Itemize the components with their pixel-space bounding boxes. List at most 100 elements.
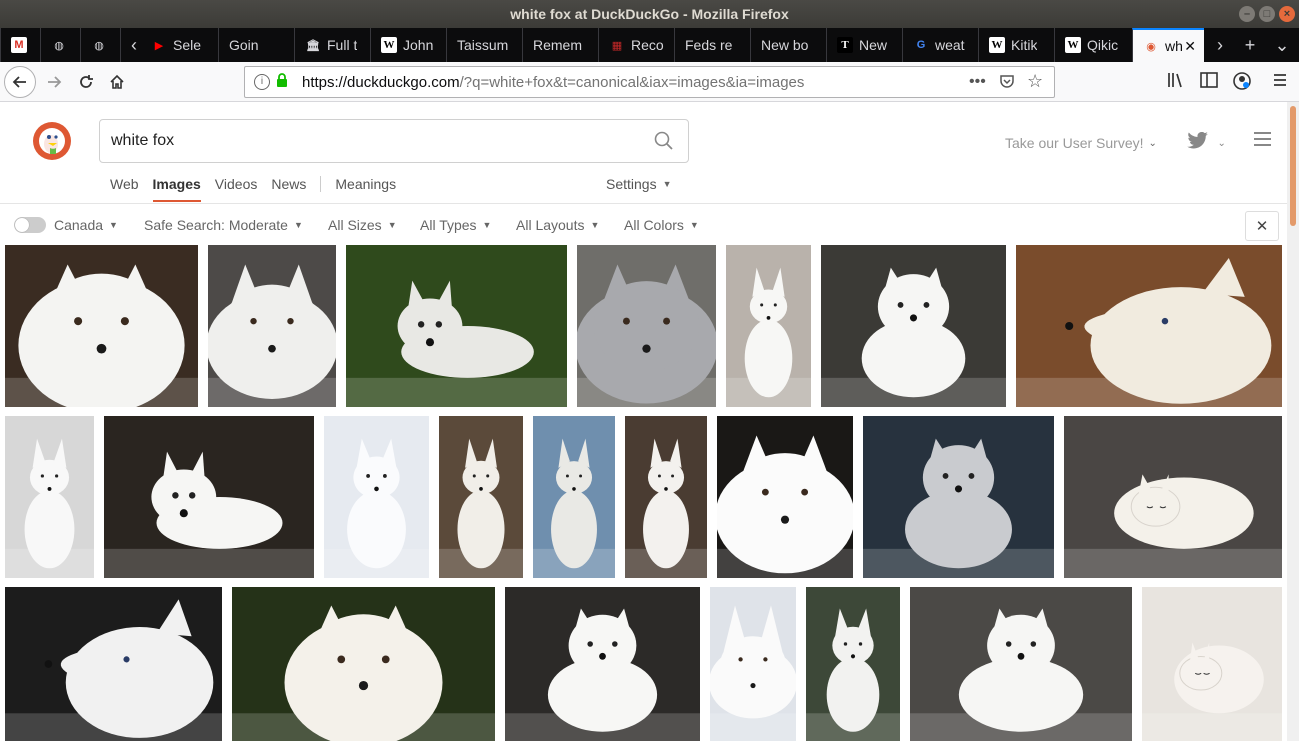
user-survey-link[interactable]: Take our User Survey! ⌄	[1005, 135, 1157, 151]
list-all-tabs-button[interactable]: ⌄	[1268, 28, 1296, 62]
page-actions-icon[interactable]: •••	[969, 73, 986, 91]
image-result[interactable]	[910, 587, 1132, 741]
page-scrollbar[interactable]	[1287, 102, 1299, 741]
sidebar-icon[interactable]	[1200, 72, 1218, 93]
browser-tab[interactable]: Taissum	[446, 28, 522, 62]
image-result[interactable]	[577, 245, 716, 407]
image-result[interactable]	[726, 245, 811, 407]
browser-tab[interactable]: T New	[826, 28, 902, 62]
browser-tab[interactable]: ◍	[80, 28, 120, 62]
tab-images[interactable]: Images	[152, 176, 202, 202]
image-result[interactable]	[1016, 245, 1282, 407]
image-result[interactable]	[806, 587, 900, 741]
browser-tab[interactable]: ▦ Reco	[598, 28, 674, 62]
fox-photo-thumbnail	[208, 264, 336, 407]
safe-search-filter[interactable]: Safe Search: Moderate ▼	[144, 217, 303, 233]
close-tab-icon[interactable]: ✕	[1184, 38, 1196, 55]
menu-icon[interactable]	[1272, 72, 1288, 93]
side-menu-button[interactable]	[1254, 132, 1271, 150]
region-toggle[interactable]	[14, 217, 46, 233]
browser-tab[interactable]: Remem	[522, 28, 598, 62]
image-result[interactable]	[324, 416, 429, 578]
new-tab-button[interactable]: +	[1236, 28, 1264, 62]
image-result[interactable]	[710, 587, 796, 741]
arrow-right-icon	[48, 76, 62, 88]
search-verticals: Web Images Videos News Meanings	[110, 176, 410, 202]
close-window-button[interactable]: ×	[1279, 6, 1295, 22]
image-result[interactable]	[104, 416, 314, 578]
image-result[interactable]	[625, 416, 707, 578]
tab-label: John	[403, 37, 434, 53]
browser-tab[interactable]: M	[0, 28, 40, 62]
browser-tab[interactable]: W John	[370, 28, 446, 62]
browser-tab[interactable]: Feds re	[674, 28, 750, 62]
tab-scroll-left-icon[interactable]: ‹	[131, 35, 137, 56]
browser-tab[interactable]: ◍	[40, 28, 80, 62]
browser-tab[interactable]: Goin	[218, 28, 294, 62]
image-result[interactable]	[505, 587, 700, 741]
type-filter[interactable]: All Types ▼	[420, 217, 491, 233]
forward-button[interactable]	[38, 66, 70, 98]
url-bar[interactable]: i https://duckduckgo.com/?q=white+fox&t=…	[244, 66, 1055, 98]
scrollbar-thumb[interactable]	[1290, 106, 1296, 226]
tab-label: Taissum	[457, 37, 509, 53]
image-result[interactable]	[533, 416, 615, 578]
size-filter[interactable]: All Sizes ▼	[328, 217, 397, 233]
back-button[interactable]	[4, 66, 36, 98]
image-result[interactable]	[863, 416, 1054, 578]
image-result[interactable]	[5, 416, 94, 578]
search-icon[interactable]	[654, 131, 674, 156]
image-result[interactable]	[1064, 416, 1282, 578]
home-button[interactable]	[101, 66, 133, 98]
minimize-button[interactable]: –	[1239, 6, 1255, 22]
caret-down-icon: ▼	[293, 220, 303, 230]
layout-filter[interactable]: All Layouts ▼	[516, 217, 599, 233]
caret-down-icon: ▼	[590, 220, 600, 230]
image-result[interactable]	[5, 587, 222, 741]
browser-tab[interactable]: New bo	[750, 28, 826, 62]
image-result[interactable]	[439, 416, 523, 578]
reload-button[interactable]	[70, 66, 102, 98]
search-input[interactable]: white fox	[99, 119, 689, 163]
browser-tab[interactable]: Gweat	[902, 28, 978, 62]
browser-tab[interactable]: 🏛 Full t	[294, 28, 370, 62]
browser-tab[interactable]: ◉ wh ✕	[1132, 28, 1204, 62]
library-icon[interactable]	[1167, 72, 1185, 93]
caret-down-icon: ▼	[689, 220, 699, 230]
fox-photo-thumbnail	[104, 451, 314, 578]
tab-meanings[interactable]: Meanings	[335, 176, 396, 192]
tab-strip: › + ⌄ M ◍ ◍ ‹ ▶ Sele Goin 🏛 Full t W John Taissum Re…	[0, 28, 1299, 62]
maximize-button[interactable]: □	[1259, 6, 1275, 22]
image-result[interactable]	[208, 245, 336, 407]
duckduckgo-logo[interactable]	[33, 122, 71, 160]
browser-tab[interactable]: ‹ ▶ Sele	[120, 28, 218, 62]
info-icon[interactable]: i	[254, 74, 270, 90]
color-filter[interactable]: All Colors ▼	[624, 217, 699, 233]
fox-photo-thumbnail	[863, 438, 1054, 578]
news-icon: ▦	[611, 39, 623, 52]
image-result[interactable]	[821, 245, 1006, 407]
close-filters-button[interactable]: ✕	[1245, 211, 1279, 241]
image-result[interactable]	[5, 245, 198, 407]
settings-dropdown[interactable]: Settings ▼	[606, 176, 672, 192]
tab-web[interactable]: Web	[110, 176, 139, 192]
region-filter[interactable]: Canada ▼	[54, 217, 118, 233]
pocket-icon[interactable]	[999, 73, 1015, 93]
tab-scroll-right-button[interactable]: ›	[1206, 28, 1234, 62]
fox-photo-thumbnail	[533, 438, 615, 578]
browser-tab[interactable]: W Qikic	[1054, 28, 1132, 62]
image-result[interactable]	[232, 587, 495, 741]
image-result[interactable]	[346, 245, 567, 407]
browser-tab[interactable]: W Kitik	[978, 28, 1054, 62]
tab-videos[interactable]: Videos	[215, 176, 258, 192]
window-title: white fox at DuckDuckGo - Mozilla Firefo…	[510, 6, 789, 22]
chevron-down-icon: ⌄	[1217, 138, 1226, 149]
bookmark-star-icon[interactable]: ☆	[1027, 71, 1043, 92]
url-host: https://duckduckgo.com	[302, 73, 460, 91]
image-result[interactable]	[717, 416, 853, 578]
account-icon[interactable]	[1233, 72, 1251, 95]
image-result[interactable]	[1142, 587, 1282, 741]
tab-news[interactable]: News	[271, 176, 306, 192]
twitter-menu[interactable]: ⌄	[1187, 131, 1226, 155]
lock-icon	[276, 73, 288, 91]
